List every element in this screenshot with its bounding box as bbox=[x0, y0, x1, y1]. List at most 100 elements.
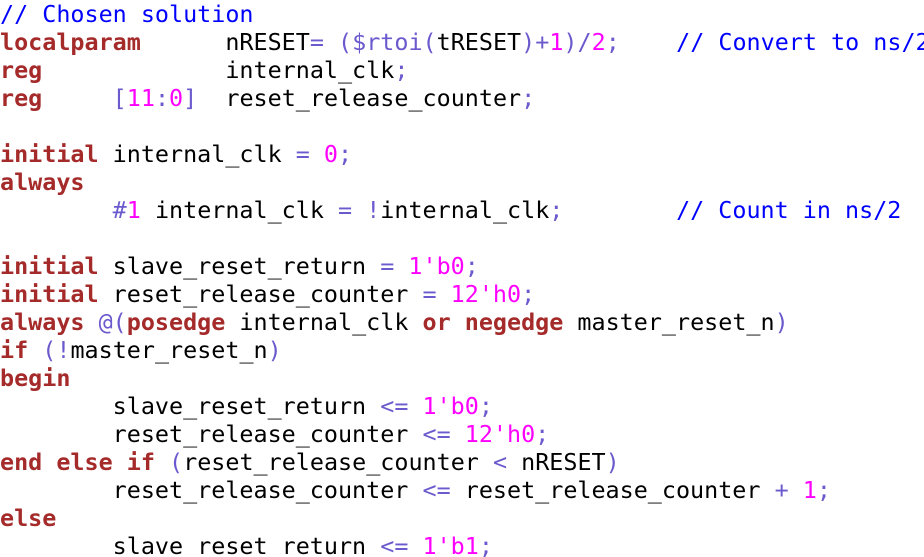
operator-token: ) bbox=[563, 28, 578, 56]
number-token: 1 bbox=[549, 28, 564, 56]
keyword-token: posedge bbox=[126, 308, 226, 336]
number-token: 11 bbox=[126, 84, 155, 112]
code-line: localparam nRESET= ($rtoi(tRESET)+1)/2; … bbox=[0, 28, 924, 56]
number-token: 1'b1 bbox=[422, 532, 479, 557]
code-line: reg [11:0] reset_release_counter; bbox=[0, 84, 924, 112]
identifier-token: master_reset_n bbox=[70, 336, 268, 364]
number-token: 12'h0 bbox=[450, 280, 522, 308]
code-line: // Chosen solution bbox=[0, 0, 924, 28]
identifier-token bbox=[0, 196, 113, 224]
keyword-token: end bbox=[0, 448, 43, 476]
operator-token: = bbox=[338, 196, 353, 224]
keyword-token: negedge bbox=[464, 308, 564, 336]
code-line: initial slave_reset_return = 1'b0; bbox=[0, 252, 924, 280]
identifier-token: reset_release_counter bbox=[183, 448, 493, 476]
identifier-token: reset_release_counter bbox=[0, 476, 423, 504]
identifier-token: tRESET bbox=[436, 28, 522, 56]
keyword-token: begin bbox=[0, 364, 71, 392]
keyword-token: always bbox=[0, 168, 85, 196]
number-token: 1 bbox=[126, 196, 141, 224]
keyword-token: else bbox=[56, 448, 113, 476]
identifier-token: internal_clk bbox=[42, 56, 395, 84]
identifier-token bbox=[408, 532, 422, 557]
operator-token: = bbox=[295, 140, 310, 168]
identifier-token bbox=[563, 196, 676, 224]
operator-token: ; bbox=[521, 84, 536, 112]
operator-token: <= bbox=[422, 476, 451, 504]
number-token: 2 bbox=[591, 28, 606, 56]
identifier-token bbox=[113, 448, 127, 476]
operator-token: ; bbox=[464, 252, 479, 280]
operator-token: ; bbox=[605, 28, 620, 56]
operator-token: = bbox=[309, 28, 324, 56]
identifier-token: slave_reset_return bbox=[0, 532, 381, 557]
identifier-token: reset_release_counter bbox=[98, 280, 423, 308]
operator-token: ; bbox=[816, 476, 831, 504]
identifier-token bbox=[408, 392, 422, 420]
code-editor[interactable]: // Chosen solution localparam nRESET= ($r… bbox=[0, 0, 924, 557]
operator-token: ) bbox=[267, 336, 282, 364]
code-line: end else if (reset_release_counter < nRE… bbox=[0, 448, 924, 476]
identifier-token bbox=[310, 140, 324, 168]
keyword-token: if bbox=[0, 336, 29, 364]
keyword-token: or bbox=[422, 308, 451, 336]
operator-token: ! bbox=[56, 336, 71, 364]
keyword-token: else bbox=[0, 504, 57, 532]
identifier-token bbox=[451, 308, 465, 336]
operator-token: # bbox=[112, 196, 127, 224]
operator-token: ] bbox=[183, 84, 198, 112]
number-token: 1'b0 bbox=[422, 392, 479, 420]
identifier-token: internal_clk bbox=[140, 196, 339, 224]
identifier-token: reset_release_counter bbox=[450, 476, 775, 504]
number-token: 1 bbox=[802, 476, 817, 504]
operator-token: @( bbox=[98, 308, 127, 336]
operator-token: ( bbox=[422, 28, 437, 56]
identifier-token bbox=[42, 448, 56, 476]
operator-token: ) bbox=[521, 28, 536, 56]
identifier-token bbox=[155, 448, 169, 476]
identifier-token: master_reset_n bbox=[563, 308, 775, 336]
code-line: #1 internal_clk = !internal_clk; // Coun… bbox=[0, 196, 924, 224]
operator-token: <= bbox=[422, 420, 451, 448]
operator-token: = bbox=[422, 280, 437, 308]
identifier-token bbox=[437, 280, 451, 308]
keyword-token: initial bbox=[0, 280, 99, 308]
operator-token: ; bbox=[338, 140, 353, 168]
code-line: slave_reset_return <= 1'b1; bbox=[0, 532, 924, 557]
identifier-token bbox=[42, 84, 112, 112]
operator-token: ( bbox=[42, 336, 57, 364]
operator-token: ! bbox=[366, 196, 381, 224]
number-token: 12'h0 bbox=[464, 420, 536, 448]
code-line: initial reset_release_counter = 12'h0; bbox=[0, 280, 924, 308]
identifier-token bbox=[620, 28, 676, 56]
identifier-token: internal_clk bbox=[225, 308, 423, 336]
operator-token: = bbox=[380, 252, 395, 280]
operator-token: ( bbox=[338, 28, 353, 56]
code-line: reg internal_clk; bbox=[0, 56, 924, 84]
keyword-token: if bbox=[126, 448, 155, 476]
operator-token: ; bbox=[535, 420, 550, 448]
operator-token: ( bbox=[169, 448, 184, 476]
code-line: always @(posedge internal_clk or negedge… bbox=[0, 308, 924, 336]
operator-token: ; bbox=[394, 56, 409, 84]
identifier-token bbox=[789, 476, 803, 504]
code-line: begin bbox=[0, 364, 924, 392]
operator-token: ; bbox=[521, 280, 536, 308]
operator-token: ; bbox=[478, 392, 493, 420]
operator-token: / bbox=[577, 28, 592, 56]
keyword-token: localparam bbox=[0, 28, 141, 56]
code-line: slave_reset_return <= 1'b0; bbox=[0, 392, 924, 420]
identifier-token bbox=[352, 196, 366, 224]
operator-token: <= bbox=[380, 392, 409, 420]
operator-token: + bbox=[535, 28, 550, 56]
operator-token: < bbox=[492, 448, 508, 476]
code-line: else bbox=[0, 504, 924, 532]
comment-token: // Count in ns/2 bbox=[676, 196, 902, 224]
identifier-token: reset_release_counter bbox=[0, 420, 423, 448]
number-token: 0 bbox=[323, 140, 339, 168]
identifier-token bbox=[28, 336, 42, 364]
keyword-token: reg bbox=[0, 84, 43, 112]
keyword-token: always bbox=[0, 308, 85, 336]
